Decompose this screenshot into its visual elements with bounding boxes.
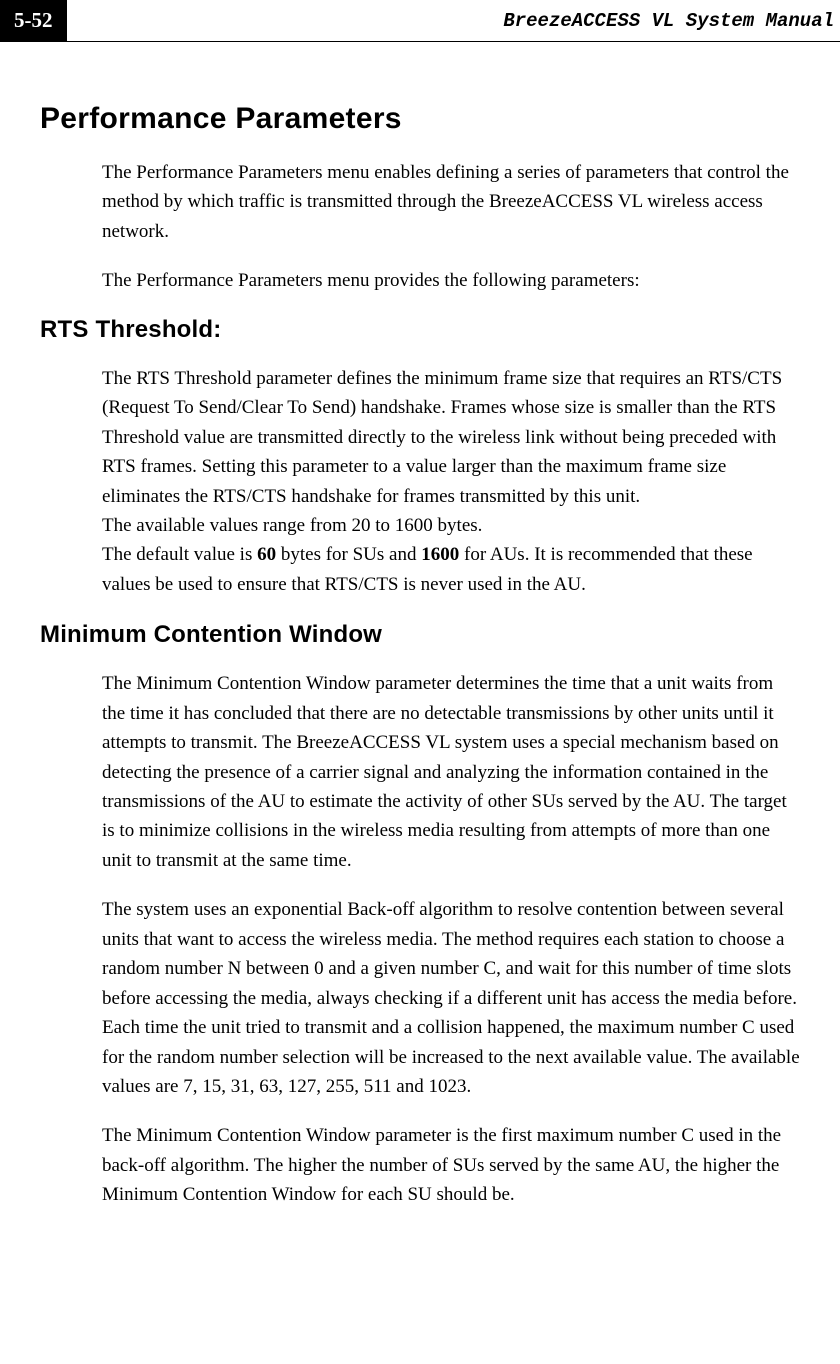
heading-performance-parameters: Performance Parameters [40, 102, 800, 136]
heading-minimum-contention-window: Minimum Contention Window [40, 621, 800, 649]
manual-title: BreezeACCESS VL System Manual [77, 10, 840, 32]
paragraph: The RTS Threshold parameter defines the … [102, 364, 800, 600]
page-header: 5-52 BreezeACCESS VL System Manual [0, 0, 840, 42]
heading-rts-threshold: RTS Threshold: [40, 316, 800, 344]
paragraph: The Performance Parameters menu provides… [102, 266, 800, 295]
bold-value: 60 [257, 544, 276, 565]
text: bytes for SUs and [276, 544, 421, 565]
text: The RTS Threshold parameter defines the … [102, 368, 782, 507]
paragraph: The Performance Parameters menu enables … [102, 158, 800, 246]
bold-value: 1600 [421, 544, 459, 565]
text: The default value is [102, 544, 257, 565]
page-content: Performance Parameters The Performance P… [0, 42, 840, 1210]
paragraph: The Minimum Contention Window parameter … [102, 1121, 800, 1209]
paragraph: The system uses an exponential Back-off … [102, 895, 800, 1101]
text: The available values range from 20 to 16… [102, 515, 482, 536]
page-number: 5-52 [0, 0, 67, 41]
paragraph: The Minimum Contention Window parameter … [102, 669, 800, 875]
